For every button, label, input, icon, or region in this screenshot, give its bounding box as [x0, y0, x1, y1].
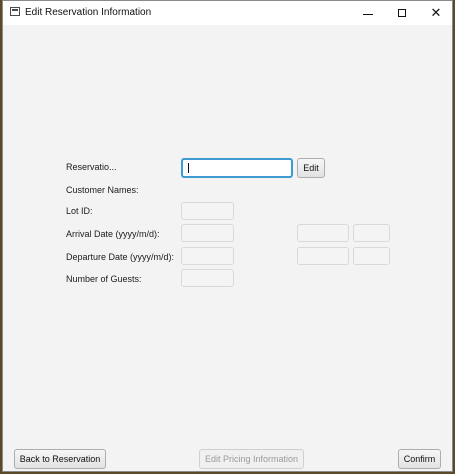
- app-icon: [10, 7, 20, 16]
- minimize-button[interactable]: [351, 1, 385, 25]
- arrival-date-label: Arrival Date (yyyy/m/d):: [66, 229, 160, 239]
- edit-reservation-window: Edit Reservation Information ✕ Reservati…: [2, 0, 453, 472]
- confirm-button[interactable]: Confirm: [398, 449, 441, 469]
- arrival-day-field[interactable]: [353, 224, 390, 242]
- close-icon: ✕: [430, 5, 442, 21]
- departure-day-field[interactable]: [353, 247, 390, 265]
- customer-names-label: Customer Names:: [66, 185, 139, 195]
- departure-year-field[interactable]: [181, 247, 234, 265]
- close-button[interactable]: ✕: [419, 1, 453, 25]
- arrival-year-field[interactable]: [181, 224, 234, 242]
- back-to-reservation-button[interactable]: Back to Reservation: [14, 449, 106, 469]
- number-of-guests-field[interactable]: [181, 269, 234, 287]
- maximize-button[interactable]: [385, 1, 419, 25]
- edit-pricing-button[interactable]: Edit Pricing Information: [199, 449, 304, 469]
- maximize-icon: [398, 9, 406, 17]
- lot-id-label: Lot ID:: [66, 206, 93, 216]
- departure-month-field[interactable]: [297, 247, 349, 265]
- reservation-id-input[interactable]: [181, 158, 293, 178]
- minimize-icon: [363, 13, 373, 15]
- text-caret: [188, 163, 189, 173]
- window-title: Edit Reservation Information: [25, 7, 152, 18]
- arrival-month-field[interactable]: [297, 224, 349, 242]
- number-of-guests-label: Number of Guests:: [66, 274, 142, 284]
- departure-date-label: Departure Date (yyyy/m/d):: [66, 252, 175, 262]
- title-bar[interactable]: Edit Reservation Information ✕: [3, 1, 452, 25]
- edit-button[interactable]: Edit: [297, 158, 325, 178]
- reservation-label: Reservatio...: [66, 162, 117, 172]
- lot-id-field[interactable]: [181, 202, 234, 220]
